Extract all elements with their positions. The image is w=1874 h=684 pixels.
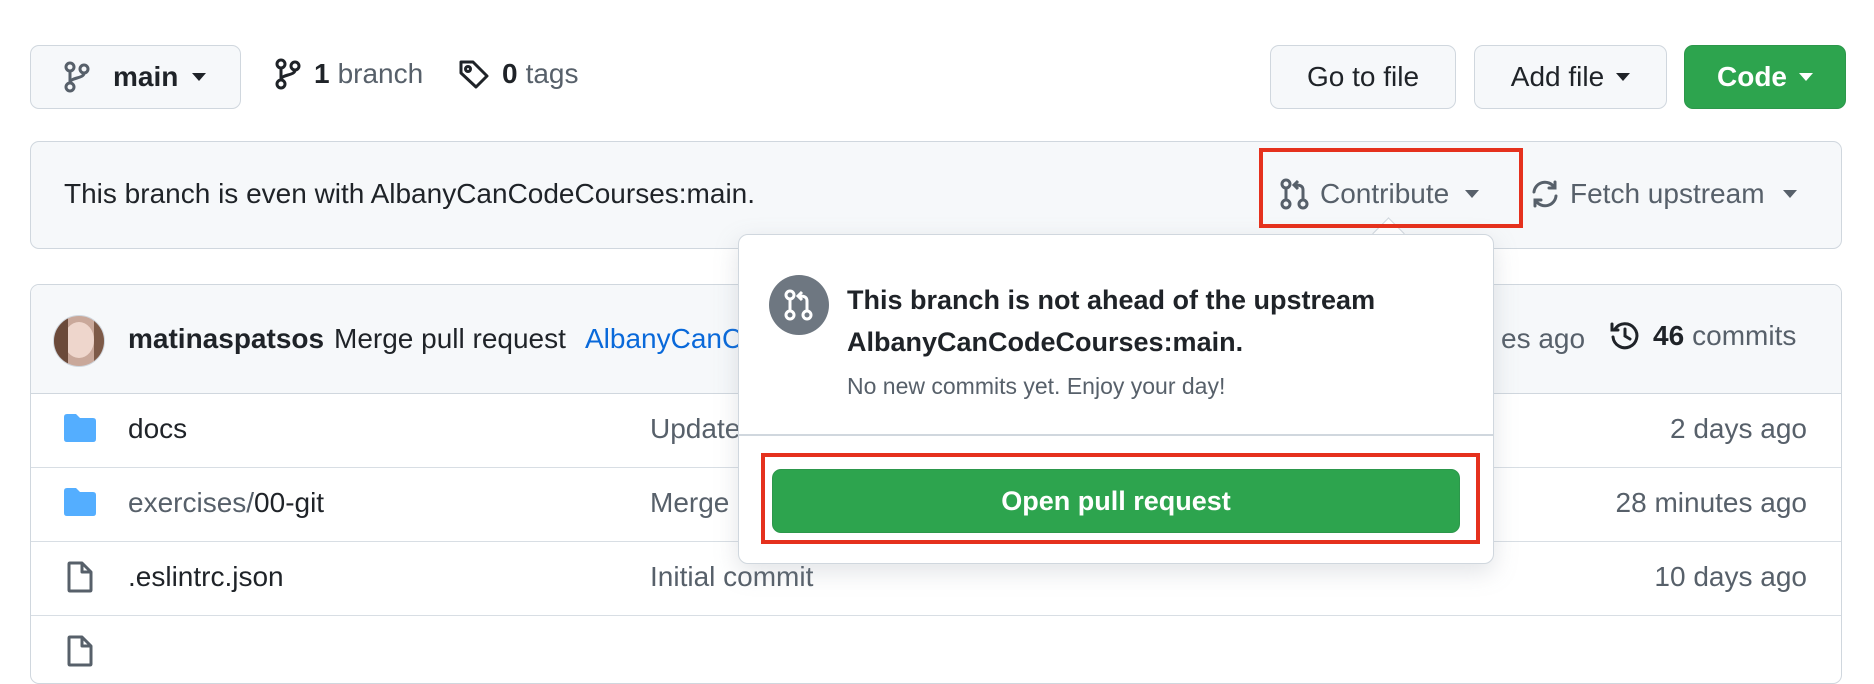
chevron-down-icon — [1616, 73, 1631, 81]
dropdown-title-line1: This branch is not ahead of the upstream — [847, 285, 1376, 315]
git-pull-request-icon — [769, 275, 829, 335]
tags-label: tags — [525, 58, 579, 89]
git-branch-icon — [274, 58, 302, 90]
file-commit-message[interactable]: Update — [650, 413, 740, 445]
branches-count: 1 — [314, 58, 330, 89]
open-pull-request-button[interactable]: Open pull request — [772, 469, 1460, 533]
contribute-button[interactable]: Contribute — [1280, 178, 1480, 210]
branch-select-label: main — [113, 61, 179, 92]
go-to-file-label: Go to file — [1306, 61, 1420, 92]
branches-label: branch — [337, 58, 424, 89]
file-age: 28 minutes ago — [1615, 487, 1807, 518]
chevron-down-icon — [1465, 190, 1480, 198]
contribute-dropdown: This branch is not ahead of the upstream… — [738, 234, 1494, 564]
tags-count: 0 — [502, 58, 518, 89]
dropdown-title: This branch is not ahead of the upstream… — [847, 279, 1375, 363]
chevron-down-icon — [192, 73, 207, 81]
commit-time[interactable]: es ago — [1501, 323, 1585, 355]
dropdown-divider — [739, 434, 1493, 436]
file-age: 10 days ago — [1654, 561, 1807, 592]
fetch-upstream-label: Fetch upstream — [1570, 178, 1765, 209]
file-age: 2 days ago — [1670, 413, 1807, 444]
chevron-down-icon — [1799, 73, 1813, 81]
file-dir-prefix: exercises/ — [128, 487, 255, 518]
file-dir-name: 00-git — [254, 487, 325, 518]
git-branch-icon — [63, 61, 91, 93]
avatar[interactable] — [53, 315, 105, 367]
branch-status-message: This branch is even with AlbanyCanCodeCo… — [64, 178, 756, 209]
dropdown-title-line2: AlbanyCanCodeCourses:main. — [847, 327, 1244, 357]
commits-link[interactable]: 46 commits — [1609, 320, 1796, 352]
add-file-button[interactable]: Add file — [1474, 45, 1667, 109]
file-name[interactable]: .eslintrc.json — [128, 561, 284, 593]
go-to-file-button[interactable]: Go to file — [1270, 45, 1456, 109]
tags-link[interactable]: 0 tags — [458, 58, 579, 90]
git-pull-request-icon — [1280, 178, 1310, 210]
commit-author[interactable]: matinaspatsos — [128, 323, 324, 355]
commits-label: commits — [1692, 320, 1797, 351]
dropdown-subtitle: No new commits yet. Enjoy your day! — [847, 373, 1226, 399]
code-label: Code — [1717, 61, 1787, 92]
commits-count: 46 — [1653, 320, 1685, 351]
file-name[interactable]: docs — [128, 413, 187, 445]
code-button[interactable]: Code — [1684, 45, 1846, 109]
branches-link[interactable]: 1 branch — [274, 58, 423, 90]
commit-pr-link[interactable]: AlbanyCanC — [585, 323, 742, 355]
contribute-label: Contribute — [1320, 178, 1450, 209]
commit-message[interactable]: Merge pull request — [334, 323, 566, 355]
sync-icon — [1530, 179, 1560, 209]
chevron-down-icon — [1782, 190, 1797, 198]
file-commit-message[interactable]: Initial commit — [650, 561, 813, 593]
branch-select-button[interactable]: main — [30, 45, 241, 109]
history-icon — [1609, 320, 1641, 352]
file-row — [31, 615, 1841, 683]
folder-icon — [63, 413, 97, 443]
file-name[interactable]: exercises/00-git — [128, 487, 324, 519]
tag-icon — [458, 58, 490, 90]
fetch-upstream-button[interactable]: Fetch upstream — [1530, 178, 1797, 210]
open-pull-request-label: Open pull request — [1001, 485, 1231, 516]
file-icon — [67, 561, 93, 593]
folder-icon — [63, 487, 97, 517]
add-file-label: Add file — [1510, 61, 1605, 92]
file-commit-message[interactable]: Merge — [650, 487, 729, 519]
